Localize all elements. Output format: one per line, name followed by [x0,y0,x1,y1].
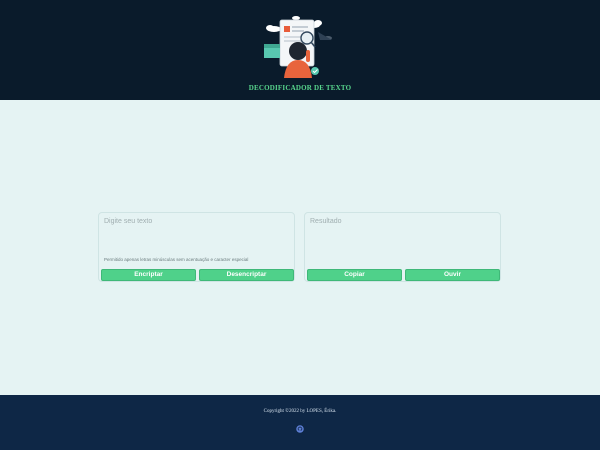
footer: Copyright ©2022 by LOPES, Érika. [0,395,600,450]
logo-illustration-svg [264,16,332,78]
input-panel: Permitido apenas letras minúsculas sem a… [98,212,295,282]
listen-button[interactable]: Ouvir [405,269,500,281]
output-panel: Copiar Ouvir [304,212,501,282]
copy-button[interactable]: Copiar [307,269,402,281]
logo-illustration-icon [260,12,340,82]
github-icon-svg [296,425,304,433]
app-title: DECODIFICADOR DE TEXTO [248,84,352,92]
github-icon[interactable] [296,420,304,433]
copyright-text: Copyright ©2022 by LOPES, Érika. [263,409,337,414]
input-hint: Permitido apenas letras minúsculas sem a… [104,257,249,262]
decrypt-button[interactable]: Desencriptar [199,269,294,281]
result-text-area[interactable] [307,215,498,265]
encrypt-button[interactable]: Encriptar [101,269,196,281]
header: DECODIFICADOR DE TEXTO [0,0,600,100]
